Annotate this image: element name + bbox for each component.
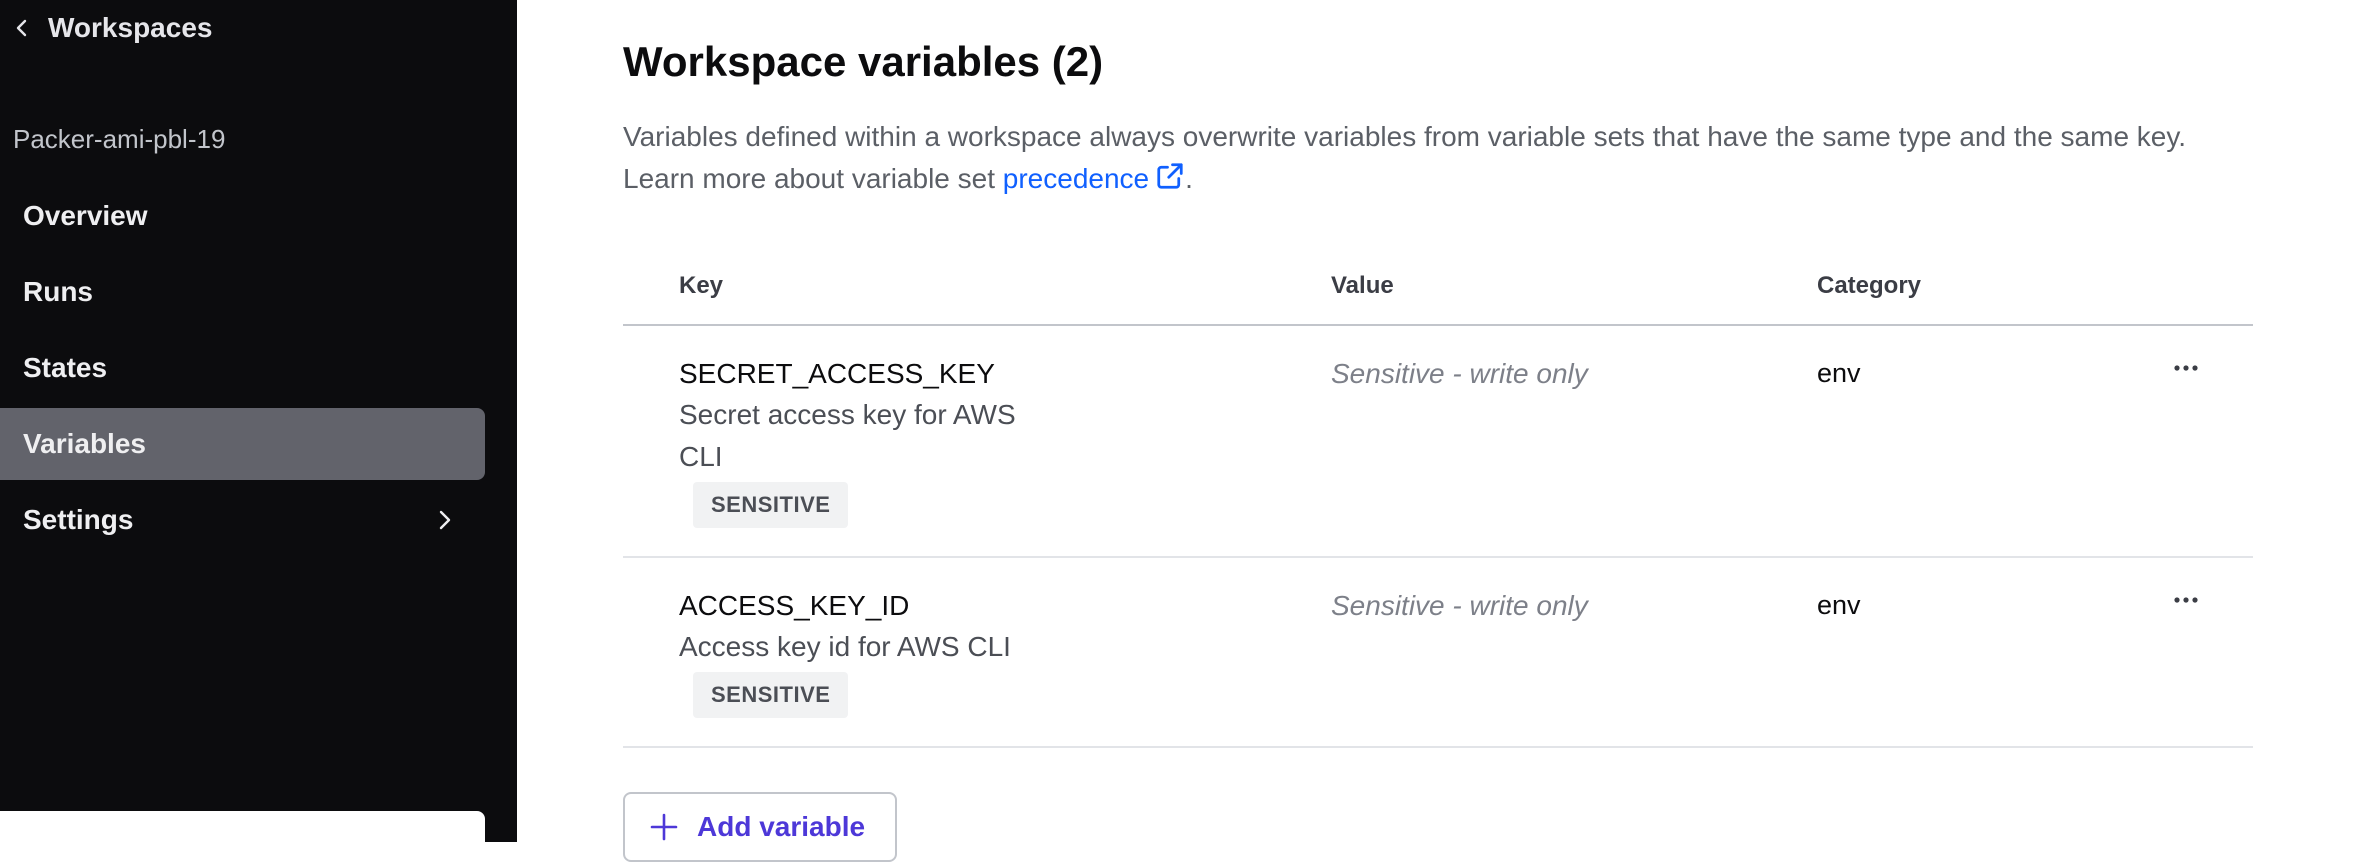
sensitive-badge: SENSITIVE xyxy=(693,672,849,718)
variable-category: env xyxy=(1817,590,1861,620)
variable-value: Sensitive - write only xyxy=(1331,358,1588,389)
column-header-category: Category xyxy=(1817,272,1922,299)
variable-value: Sensitive - write only xyxy=(1331,590,1588,621)
sidebar-item-label: Settings xyxy=(23,504,134,535)
key-cell: ACCESS_KEY_ID Access key id for AWS CLI … xyxy=(679,586,1039,718)
sidebar-item-settings[interactable]: Settings xyxy=(0,484,485,556)
add-variable-label: Add variable xyxy=(697,811,866,842)
variable-category: env xyxy=(1817,358,1861,388)
variables-table: Key Value Category SECRET_ACCESS_KEY Sec… xyxy=(623,258,2253,748)
sidebar-item-label: States xyxy=(23,352,108,383)
key-cell: SECRET_ACCESS_KEY Secret access key for … xyxy=(679,354,1039,528)
main-content: Workspace variables (2) Variables define… xyxy=(517,0,2360,862)
plus-icon xyxy=(650,813,678,841)
back-link-label: Workspaces xyxy=(48,12,213,43)
variable-key: SECRET_ACCESS_KEY xyxy=(679,358,995,389)
add-variable-button[interactable]: Add variable xyxy=(623,792,897,862)
ellipsis-icon xyxy=(2174,597,2198,603)
description-text: Variables defined within a workspace alw… xyxy=(623,121,2187,194)
chevron-left-icon xyxy=(16,19,27,37)
variable-key: ACCESS_KEY_ID xyxy=(679,590,910,621)
external-link-icon xyxy=(1157,163,1183,189)
table-row: ACCESS_KEY_ID Access key id for AWS CLI … xyxy=(623,558,2253,748)
row-actions-button[interactable] xyxy=(2169,588,2203,612)
sidebar-item-label: Variables xyxy=(23,428,146,459)
variable-description: Secret access key for AWS CLI xyxy=(679,399,1016,472)
page-title: Workspace variables (2) xyxy=(623,38,1104,85)
ellipsis-icon xyxy=(2174,365,2198,371)
sidebar-item-states[interactable]: States xyxy=(0,332,485,404)
table-row: SECRET_ACCESS_KEY Secret access key for … xyxy=(623,326,2253,558)
sidebar-item-label: Overview xyxy=(23,200,148,231)
variable-description: Access key id for AWS CLI xyxy=(679,631,1011,662)
sidebar-item-variables[interactable]: Variables xyxy=(0,408,485,480)
page-description: Variables defined within a workspace alw… xyxy=(623,116,2263,200)
column-header-key: Key xyxy=(679,272,724,299)
row-actions-button[interactable] xyxy=(2169,356,2203,380)
precedence-link-label: precedence xyxy=(1002,163,1150,194)
workspace-name: Packer-ami-pbl-19 xyxy=(13,124,226,154)
back-to-workspaces-link[interactable]: Workspaces xyxy=(12,8,212,48)
column-header-value: Value xyxy=(1331,272,1394,299)
sensitive-badge: SENSITIVE xyxy=(693,482,849,528)
sidebar-item-overview[interactable]: Overview xyxy=(0,180,485,252)
description-suffix: . xyxy=(1185,163,1193,194)
sidebar-bottom-panel xyxy=(0,811,485,851)
precedence-link[interactable]: precedence xyxy=(1003,163,1185,194)
sidebar-item-runs[interactable]: Runs xyxy=(0,256,485,328)
table-header: Key Value Category xyxy=(623,258,2253,326)
sidebar-item-label: Runs xyxy=(23,276,93,307)
sidebar: Workspaces Packer-ami-pbl-19 Overview Ru… xyxy=(0,0,517,851)
chevron-right-icon xyxy=(439,510,451,530)
